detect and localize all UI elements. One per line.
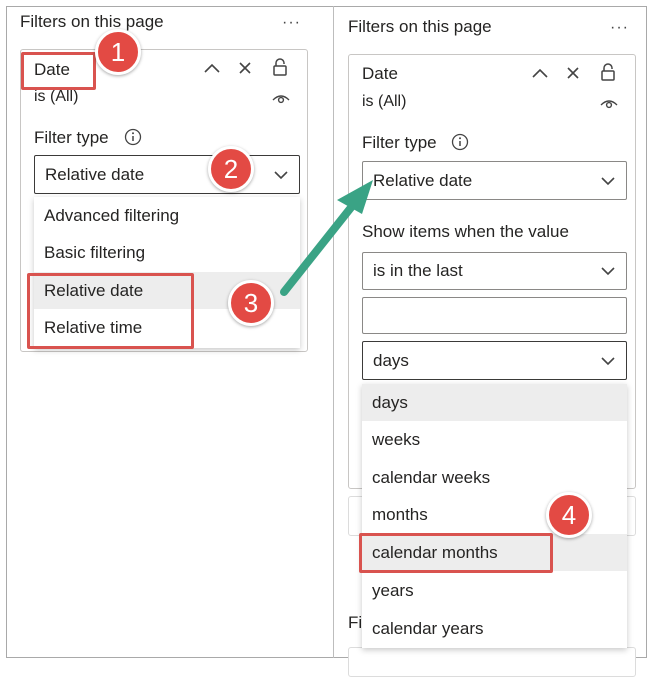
step-badge-3: 3 bbox=[228, 280, 274, 326]
step-arrow bbox=[280, 180, 373, 296]
step-badge-4: 4 bbox=[546, 492, 592, 538]
step-badge-1: 1 bbox=[95, 29, 141, 75]
step-badge-2: 2 bbox=[208, 146, 254, 192]
